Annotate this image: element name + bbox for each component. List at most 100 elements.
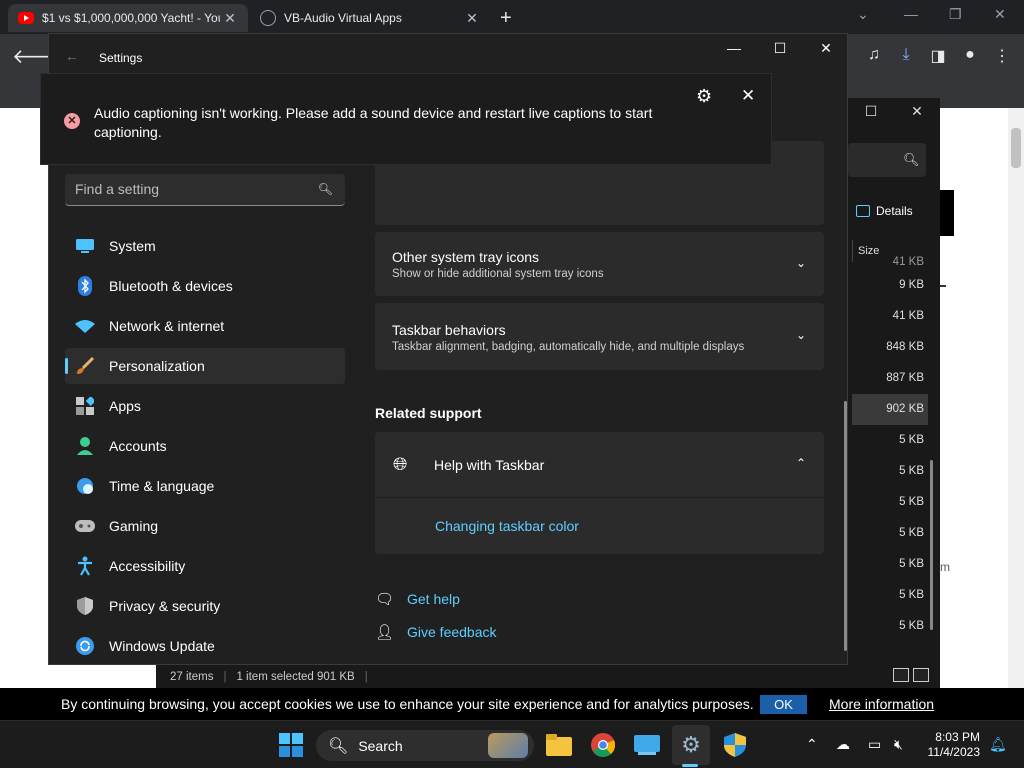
settings-app[interactable]: ⚙ <box>677 731 705 759</box>
clock-date: 11/4/2023 <box>927 745 981 759</box>
new-tab-icon[interactable]: + <box>500 7 512 30</box>
accessibility-icon <box>75 556 95 576</box>
nav-privacy-security[interactable]: Privacy & security <box>65 588 345 624</box>
notification-bell-icon[interactable]: 🔔︎ <box>989 736 1007 753</box>
close-tab-icon[interactable]: ✕ <box>462 10 482 27</box>
clock-time: 8:03 PM <box>935 730 980 744</box>
chevron-down-icon[interactable]: ⌄ <box>796 328 806 342</box>
size-cell[interactable]: 887 KB <box>852 363 928 394</box>
tab-vb-audio[interactable]: VB-Audio Virtual Apps ✕ <box>250 4 490 32</box>
size-cell[interactable]: 41 KB <box>852 301 928 332</box>
size-cell[interactable]: 5 KB <box>852 549 928 580</box>
get-help-link[interactable]: Get help <box>407 591 460 607</box>
details-button[interactable]: Details <box>856 204 913 218</box>
tab-youtube[interactable]: $1 vs $1,000,000,000 Yacht! - You ✕ <box>8 4 248 32</box>
taskbar-behaviors-card[interactable]: Taskbar behaviors Taskbar alignment, bad… <box>375 303 824 370</box>
other-tray-icons-card[interactable]: Other system tray icons Show or hide add… <box>375 232 824 296</box>
nav-label: Accessibility <box>109 558 186 574</box>
status-separator: | <box>364 670 368 683</box>
size-cell[interactable]: 848 KB <box>852 332 928 363</box>
details-label: Details <box>876 204 913 218</box>
card-subtitle: Show or hide additional system tray icon… <box>392 268 604 280</box>
web-image <box>940 190 954 236</box>
start-button[interactable] <box>277 731 305 759</box>
nav-label: Apps <box>109 398 141 414</box>
media-queue-icon[interactable]: ♫ <box>864 46 884 66</box>
size-cell[interactable]: 41 KB <box>852 255 928 270</box>
display-icon[interactable]: ▭ <box>868 736 881 753</box>
nav-network-internet[interactable]: Network & internet <box>65 308 345 344</box>
close-tab-icon[interactable]: ✕ <box>220 10 240 27</box>
nav-apps[interactable]: Apps <box>65 388 345 424</box>
more-information-link[interactable]: More information <box>829 696 934 712</box>
give-feedback-link[interactable]: Give feedback <box>407 624 497 640</box>
size-cell[interactable]: 902 KB <box>852 394 928 425</box>
related-support-heading: Related support <box>375 405 482 421</box>
size-cell[interactable]: 5 KB <box>852 456 928 487</box>
chevron-up-icon[interactable]: ⌃ <box>806 736 818 753</box>
nav-system[interactable]: System <box>65 228 345 264</box>
profile-icon[interactable]: ● <box>960 46 980 66</box>
cookie-ok-button[interactable]: OK <box>760 695 807 714</box>
screen-app[interactable] <box>633 731 661 759</box>
tiles-view-icon[interactable] <box>913 668 929 682</box>
restore-icon[interactable]: ❐ <box>949 6 962 23</box>
size-cell[interactable]: 5 KB <box>852 611 928 642</box>
speaker-muted-icon[interactable]: 🔇︎ <box>894 736 903 753</box>
chevron-down-icon[interactable]: ⌄ <box>796 256 806 270</box>
tab-search-icon[interactable]: ⌄ <box>857 6 869 23</box>
clock[interactable]: 8:03 PM 11/4/2023 <box>920 730 981 760</box>
web-text: m <box>940 560 950 574</box>
nav-bluetooth-devices[interactable]: Bluetooth & devices <box>65 268 345 304</box>
network-off-icon[interactable]: ☁ <box>836 736 850 753</box>
nav-label: Network & internet <box>109 318 225 334</box>
changing-taskbar-color-link[interactable]: Changing taskbar color <box>435 518 579 534</box>
close-icon[interactable]: ✕ <box>741 86 755 106</box>
explorer-close-icon[interactable]: ✕ <box>902 103 932 120</box>
nav-time-language[interactable]: Time & language <box>65 468 345 504</box>
close-window-icon[interactable]: ✕ <box>994 6 1006 23</box>
help-header[interactable]: 🌐︎ Help with Taskbar ⌃ <box>375 432 824 498</box>
explorer-restore-icon[interactable]: ☐ <box>856 103 886 120</box>
settings-search-input[interactable] <box>65 174 305 204</box>
monitor-icon <box>75 236 95 256</box>
page-scrollbar[interactable] <box>1008 108 1024 688</box>
card-subtitle: Taskbar alignment, badging, automaticall… <box>392 341 745 353</box>
chevron-up-icon[interactable]: ⌃ <box>796 456 806 470</box>
feedback-icon: 👤︎ <box>375 624 395 641</box>
item-count: 27 items <box>170 670 214 683</box>
security-app[interactable] <box>721 731 749 759</box>
nav-label: Accounts <box>109 438 167 454</box>
nav-accessibility[interactable]: Accessibility <box>65 548 345 584</box>
size-cell[interactable]: 9 KB <box>852 270 928 301</box>
details-view-icon[interactable] <box>893 668 909 682</box>
size-cell[interactable]: 5 KB <box>852 518 928 549</box>
nav-windows-update[interactable]: Windows Update <box>65 628 345 664</box>
browser-tab-strip: $1 vs $1,000,000,000 Yacht! - You ✕ VB-A… <box>0 0 1024 34</box>
menu-icon[interactable]: ⋮ <box>992 46 1012 66</box>
page-scroll-thumb[interactable] <box>1011 128 1021 168</box>
size-cell[interactable]: 5 KB <box>852 425 928 456</box>
globe-help-icon: 🌐︎ <box>393 454 408 474</box>
back-arrow-icon[interactable]: ← <box>65 48 79 64</box>
size-cell[interactable]: 5 KB <box>852 580 928 611</box>
file-explorer-app[interactable] <box>545 731 573 759</box>
nav-accounts[interactable]: Accounts <box>65 428 345 464</box>
chrome-app[interactable] <box>589 731 617 759</box>
settings-scrollbar[interactable] <box>844 401 847 651</box>
side-panel-icon[interactable]: ◨ <box>928 46 948 66</box>
minimize-icon[interactable]: — <box>904 6 918 22</box>
download-icon[interactable]: ⤓ <box>896 46 916 66</box>
taskbar-search[interactable]: 🔍︎ Search <box>316 730 534 761</box>
nav-gaming[interactable]: Gaming <box>65 508 345 544</box>
search-icon: 🔍︎ <box>317 182 333 196</box>
settings-search-box[interactable]: 🔍︎ <box>65 174 345 206</box>
explorer-scrollbar[interactable] <box>930 460 933 630</box>
windows-logo-icon <box>279 733 303 757</box>
size-cell[interactable]: 5 KB <box>852 487 928 518</box>
nav-personalization[interactable]: Personalization <box>65 348 345 384</box>
status-separator: | <box>223 670 227 683</box>
caption-message: Audio captioning isn't working. Please a… <box>94 105 653 140</box>
gear-icon: ⚙ <box>681 732 701 757</box>
gear-icon[interactable]: ⚙ <box>696 86 712 107</box>
